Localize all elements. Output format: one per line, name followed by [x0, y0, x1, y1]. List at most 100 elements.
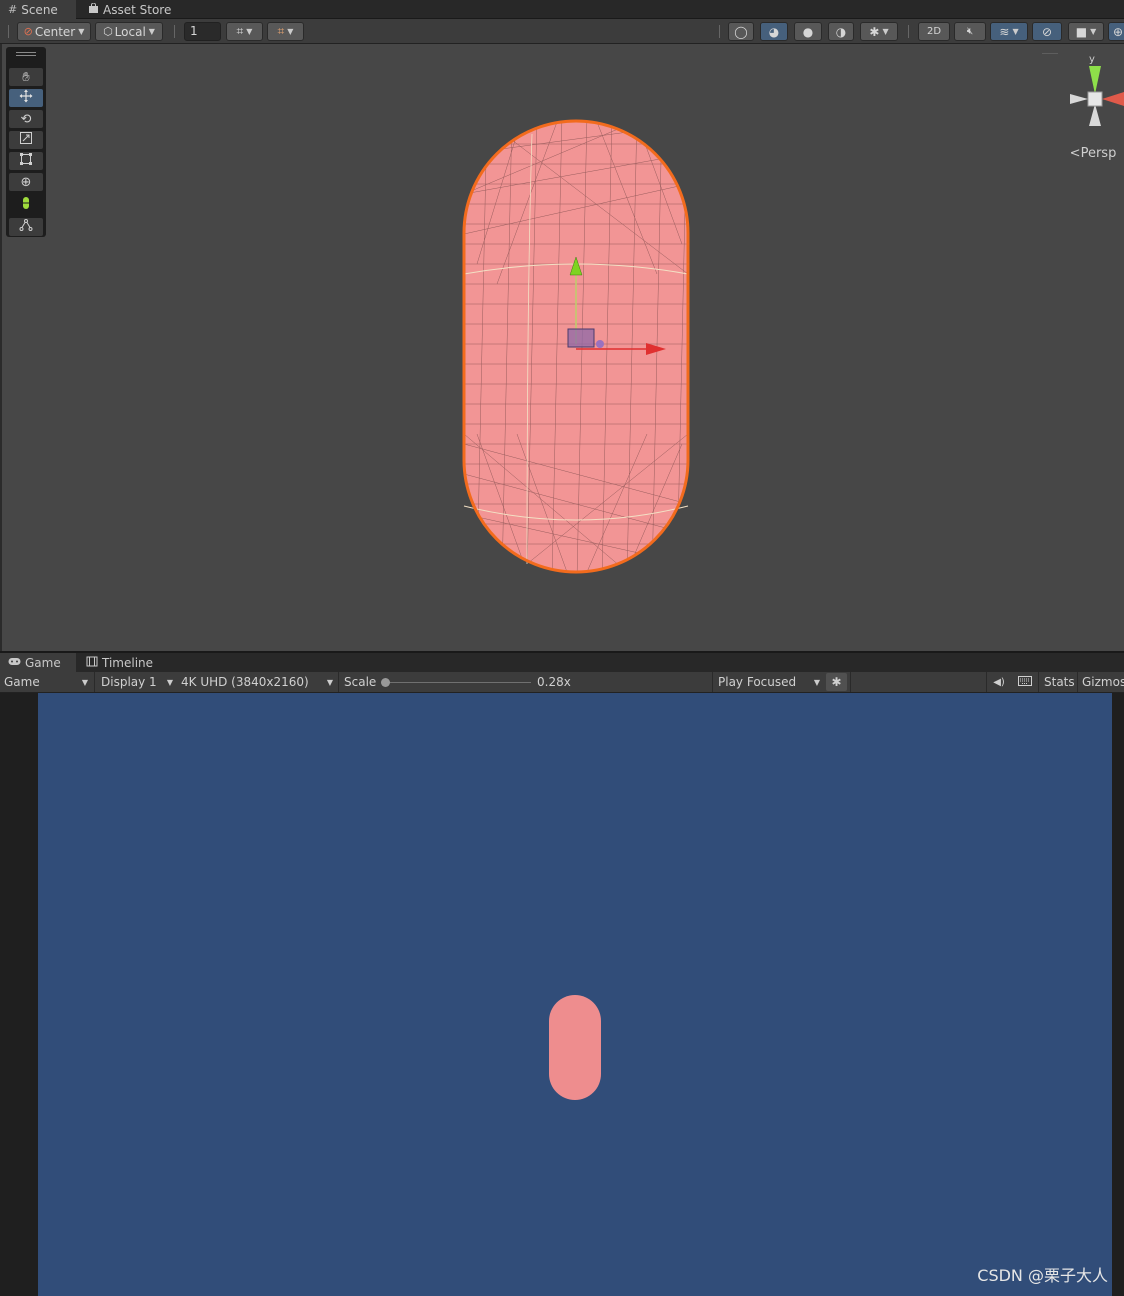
- gizmo-globe-icon: ⊕: [1112, 24, 1124, 39]
- x-axis-arrow-icon[interactable]: [646, 343, 666, 355]
- capsule-collider-icon: [19, 196, 33, 214]
- game-toolbar: Game ▼ Display 1 ▼ 4K UHD (3840x2160) ▼ …: [0, 672, 1124, 693]
- shortcuts-button[interactable]: [1014, 672, 1036, 692]
- unlit-button[interactable]: ◑: [828, 22, 854, 41]
- overlay-grip[interactable]: [16, 55, 36, 56]
- tab-asset-store[interactable]: Asset Store: [80, 0, 179, 19]
- orientation-gizmo[interactable]: y <Persp: [1062, 52, 1124, 162]
- wireframe-globe-icon: ◯: [734, 24, 748, 39]
- game-capsule: [549, 995, 601, 1100]
- mute-audio-button[interactable]: ◀︎): [988, 672, 1010, 692]
- scale-slider-thumb[interactable]: [381, 678, 390, 687]
- toolbar-grip: [8, 25, 9, 38]
- grid-snap-input[interactable]: 1: [184, 22, 221, 41]
- scale-tool-button[interactable]: [9, 131, 43, 149]
- increment-snap-icon: ⌗: [277, 24, 285, 38]
- eye-slash-icon: ⊘: [1041, 24, 1053, 39]
- game-tab-bar: Game Timeline: [0, 651, 1124, 672]
- watermark: CSDN @栗子大人: [977, 1266, 1108, 1285]
- z-axis-handle[interactable]: [596, 340, 604, 348]
- pivot-mode-label: Center: [34, 24, 76, 39]
- toolbar-separator: [719, 25, 720, 38]
- chevron-down-icon: ▼: [813, 677, 820, 687]
- axis-y-label: y: [1089, 54, 1095, 65]
- node-tree-icon: [19, 218, 33, 236]
- xy-plane-handle[interactable]: [567, 328, 595, 348]
- chevron-left-icon: <: [1069, 146, 1081, 161]
- display-dropdown[interactable]: Display 1 ▼: [97, 672, 177, 692]
- y-axis-arrow-icon[interactable]: [569, 256, 583, 276]
- toolbar-separator: [1038, 672, 1039, 692]
- pivot-rotation-dropdown[interactable]: ⬡ Local ▼: [95, 22, 163, 41]
- shaded-wireframe-icon: ◕: [768, 24, 780, 39]
- grid-visibility-dropdown[interactable]: ⌗ ▼: [226, 22, 263, 41]
- chevron-down-icon: ▼: [882, 27, 889, 36]
- tools-overlay: ✋︎ ⟲ ⊕: [6, 47, 46, 237]
- chevron-down-icon: ▼: [287, 27, 294, 36]
- grid-snap-icon: ⌗: [236, 24, 244, 38]
- tab-game[interactable]: Game: [0, 653, 76, 672]
- center-cube-icon[interactable]: [1087, 91, 1103, 107]
- play-mode-dropdown[interactable]: Play Focused ▼: [714, 672, 824, 692]
- move-gizmo[interactable]: [552, 249, 682, 359]
- resolution-dropdown[interactable]: 4K UHD (3840x2160) ▼: [177, 672, 337, 692]
- gizmos-dropdown[interactable]: ⊕: [1108, 22, 1124, 41]
- hand-tool-button[interactable]: ✋︎: [9, 68, 43, 86]
- stats-button[interactable]: Stats: [1040, 672, 1075, 692]
- gizmos-button[interactable]: Gizmos: [1078, 672, 1124, 692]
- pivot-mode-dropdown[interactable]: ⊘ Center ▼: [17, 22, 91, 41]
- projection-label: Persp: [1080, 146, 1117, 161]
- overlay-grip[interactable]: [1042, 53, 1058, 54]
- hand-icon: ✋︎: [22, 69, 30, 85]
- chevron-down-icon: ▼: [81, 677, 88, 687]
- toolbar-separator: [850, 672, 851, 692]
- effects-dropdown[interactable]: ≋ ▼: [990, 22, 1028, 41]
- toolbar-separator: [986, 672, 987, 692]
- increment-snap-dropdown[interactable]: ⌗ ▼: [267, 22, 304, 41]
- toggle-2d-button[interactable]: 2D: [918, 22, 950, 41]
- rotate-tool-button[interactable]: ⟲: [9, 110, 43, 128]
- scene-camera-dropdown[interactable]: ■ ▼: [1068, 22, 1104, 41]
- chevron-down-icon: ▼: [326, 677, 333, 687]
- bug-icon: ✱: [831, 675, 842, 689]
- x-axis-cone-icon[interactable]: [1102, 92, 1124, 106]
- game-render-area[interactable]: [38, 693, 1112, 1296]
- projection-toggle[interactable]: <Persp: [1062, 146, 1124, 161]
- scene-visibility-button[interactable]: ⊘: [1032, 22, 1062, 41]
- shaded-button[interactable]: ●: [794, 22, 822, 41]
- unlit-sphere-icon: ◑: [835, 24, 847, 39]
- overlay-grip[interactable]: [16, 52, 36, 53]
- scene-view[interactable]: ✋︎ ⟲ ⊕ y <Persp: [0, 44, 1124, 651]
- scale-slider-track[interactable]: [384, 682, 531, 683]
- tab-scene[interactable]: # Scene: [0, 0, 76, 19]
- shaded-wireframe-button[interactable]: ◕: [760, 22, 788, 41]
- tab-scene-label: Scene: [21, 2, 58, 17]
- tab-asset-store-label: Asset Store: [103, 2, 172, 17]
- rect-tool-button[interactable]: [9, 152, 43, 170]
- layers-icon: ≋: [999, 24, 1010, 39]
- chevron-down-icon: ▼: [148, 27, 155, 36]
- scale-icon: [19, 131, 33, 149]
- scene-toolbar: ⊘ Center ▼ ⬡ Local ▼ 1 ⌗ ▼ ⌗ ▼ ◯ ◕ ● ◑ ✱…: [0, 19, 1124, 44]
- frame-debugger-button[interactable]: ✱: [826, 673, 847, 691]
- move-tool-button[interactable]: [9, 89, 43, 107]
- audio-toggle-button[interactable]: 🔇︎: [954, 22, 986, 41]
- toolbar-separator: [712, 672, 713, 692]
- axis-gizmo-graphic[interactable]: y: [1062, 52, 1124, 142]
- edit-collider-button[interactable]: [9, 196, 43, 214]
- transform-tool-button[interactable]: ⊕: [9, 173, 43, 191]
- bag-icon: [88, 2, 99, 17]
- neg-y-axis-cone-icon[interactable]: [1089, 104, 1101, 126]
- debug-draw-mode-dropdown[interactable]: ✱ ▼: [860, 22, 898, 41]
- tab-timeline[interactable]: Timeline: [78, 653, 161, 672]
- scale-label: Scale: [344, 675, 377, 689]
- view-mode-dropdown[interactable]: Game ▼: [0, 672, 92, 692]
- speaker-icon: ◀︎): [993, 676, 1005, 688]
- toolbar-separator: [174, 25, 175, 38]
- game-view[interactable]: CSDN @栗子大人: [0, 693, 1124, 1296]
- display-label: Display 1: [101, 675, 157, 689]
- y-axis-cone-icon[interactable]: [1089, 66, 1101, 94]
- path-tool-button[interactable]: [9, 218, 43, 236]
- wireframe-shading-button[interactable]: ◯: [728, 22, 754, 41]
- neg-x-axis-cone-icon[interactable]: [1070, 94, 1088, 104]
